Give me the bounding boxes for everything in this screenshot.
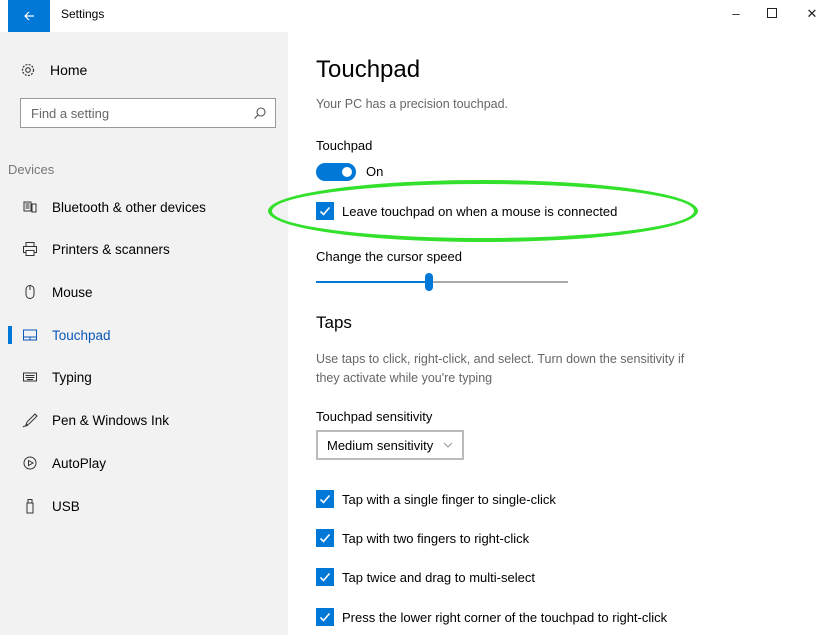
touchpad-toggle[interactable] [316, 163, 356, 181]
sidebar-item-label: Printers & scanners [52, 241, 170, 257]
tap-option-label: Tap with two fingers to right-click [342, 530, 530, 546]
taps-description-line2: they activate while you're typing [316, 371, 493, 385]
gear-icon [21, 63, 35, 77]
checkmark-icon [319, 612, 331, 622]
sidebar-item-label: Touchpad [52, 327, 111, 343]
close-button[interactable]: ✕ [802, 6, 820, 22]
sidebar-item-mouse[interactable]: Mouse [0, 272, 288, 312]
leave-touchpad-on-checkbox[interactable] [316, 202, 334, 220]
bluetooth-devices-icon [20, 199, 40, 215]
lower-right-corner-row[interactable]: Press the lower right corner of the touc… [316, 608, 667, 626]
sensitivity-dropdown[interactable]: Medium sensitivity [316, 430, 464, 460]
sidebar-item-printers[interactable]: Printers & scanners [0, 229, 288, 269]
touchpad-icon [20, 327, 40, 343]
sidebar-item-touchpad[interactable]: Touchpad [0, 315, 288, 355]
devices-group-label: Devices [8, 162, 55, 177]
sidebar-item-label: Mouse [52, 284, 93, 300]
checkmark-icon [319, 533, 331, 543]
cursor-speed-label: Change the cursor speed [316, 249, 462, 264]
taps-description-line1: Use taps to click, right-click, and sele… [316, 352, 685, 366]
usb-icon [20, 498, 40, 514]
touchpad-toggle-label: Touchpad [316, 138, 373, 153]
sidebar-item-label: USB [52, 498, 80, 514]
search-icon [254, 107, 266, 119]
main-content: Touchpad Your PC has a precision touchpa… [288, 32, 820, 635]
search-box[interactable] [20, 98, 276, 128]
back-button[interactable] [8, 0, 50, 32]
home-link[interactable]: Home [20, 62, 87, 78]
title-bar: Settings – ✕ [0, 0, 820, 32]
sidebar-item-label: Typing [52, 369, 92, 385]
sidebar-item-bluetooth[interactable]: Bluetooth & other devices [0, 187, 288, 227]
lower-right-corner-checkbox[interactable] [316, 608, 334, 626]
tap-two-fingers-row[interactable]: Tap with two fingers to right-click [316, 529, 529, 547]
maximize-button[interactable] [762, 6, 782, 21]
checkmark-icon [319, 206, 331, 216]
cursor-speed-slider[interactable] [316, 273, 568, 291]
search-input[interactable] [21, 104, 243, 122]
checkmark-icon [319, 494, 331, 504]
leave-touchpad-on-checkbox-row[interactable]: Leave touchpad on when a mouse is connec… [316, 202, 617, 220]
page-title: Touchpad [316, 56, 421, 83]
mouse-icon [20, 284, 40, 300]
tap-single-finger-checkbox[interactable] [316, 490, 334, 508]
tap-option-label: Press the lower right corner of the touc… [342, 609, 668, 625]
sidebar-item-label: AutoPlay [52, 455, 107, 471]
leave-touchpad-on-label: Leave touchpad on when a mouse is connec… [342, 203, 618, 219]
taps-section-title: Taps [316, 313, 352, 332]
sidebar-item-pen[interactable]: Pen & Windows Ink [0, 400, 288, 440]
sidebar: Home Devices Bluetooth & other devices P… [0, 32, 288, 635]
sidebar-item-typing[interactable]: Typing [0, 357, 288, 397]
keyboard-icon [20, 369, 40, 385]
tap-twice-drag-checkbox[interactable] [316, 568, 334, 586]
tap-option-label: Tap with a single finger to single-click [342, 491, 556, 507]
autoplay-icon [20, 455, 40, 471]
precision-note: Your PC has a precision touchpad. [316, 97, 509, 111]
sidebar-item-label: Bluetooth & other devices [52, 199, 206, 215]
chevron-down-icon [443, 442, 453, 448]
slider-fill [316, 281, 430, 283]
toggle-knob [342, 167, 352, 177]
tap-single-finger-row[interactable]: Tap with a single finger to single-click [316, 490, 556, 508]
sidebar-item-autoplay[interactable]: AutoPlay [0, 443, 288, 483]
pen-icon [20, 412, 40, 428]
home-label: Home [50, 62, 88, 78]
printer-icon [20, 241, 40, 257]
toggle-state-text: On [366, 164, 384, 179]
minimize-button[interactable]: – [726, 6, 746, 21]
sidebar-item-usb[interactable]: USB [0, 486, 288, 526]
sensitivity-value: Medium sensitivity [327, 437, 434, 453]
tap-option-label: Tap twice and drag to multi-select [342, 569, 535, 585]
slider-thumb[interactable] [425, 273, 434, 291]
tap-twice-drag-row[interactable]: Tap twice and drag to multi-select [316, 568, 535, 586]
window-title: Settings [61, 7, 105, 21]
checkmark-icon [319, 572, 331, 582]
sidebar-item-label: Pen & Windows Ink [52, 412, 170, 428]
maximize-icon [767, 8, 777, 18]
back-arrow-icon [24, 11, 34, 21]
tap-two-fingers-checkbox[interactable] [316, 529, 334, 547]
sensitivity-label: Touchpad sensitivity [316, 409, 433, 424]
